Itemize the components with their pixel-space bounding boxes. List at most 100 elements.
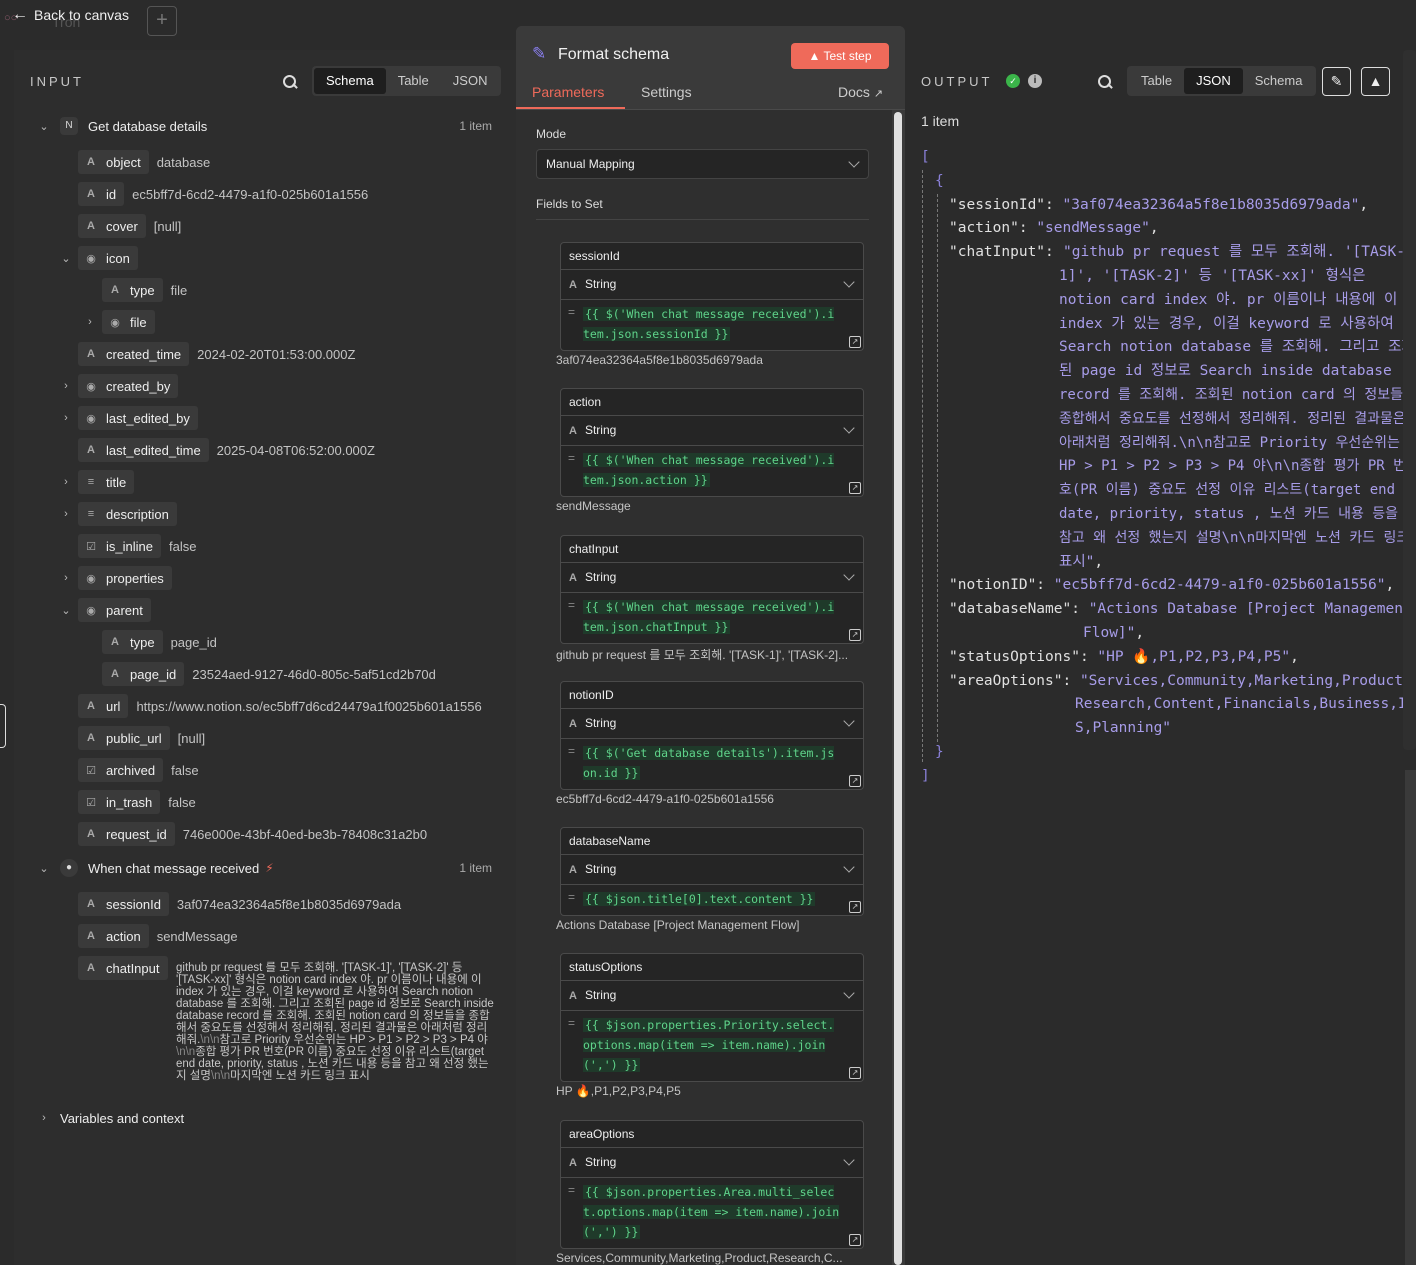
schema-key[interactable]: Arequest_id <box>78 822 175 846</box>
field-sessionid: sessionId A String ={{ $('When chat messa… <box>556 242 864 367</box>
json-row[interactable]: "notionID": "ec5bff7d-6cd2-4479-a1f0-025… <box>921 574 1401 598</box>
schema-key[interactable]: Acreated_time <box>78 342 190 366</box>
field-expression[interactable]: ={{ $('When chat message received').item… <box>560 300 864 351</box>
back-to-canvas-button[interactable]: ← Back to canvas <box>12 6 129 24</box>
schema-key[interactable]: ◉ properties <box>78 566 172 590</box>
field-type-select[interactable]: A String <box>560 270 864 300</box>
schema-key[interactable]: Apublic_url <box>78 726 170 750</box>
chevron-down-icon[interactable]: ⌄ <box>60 252 72 265</box>
left-panel-handle[interactable] <box>0 704 6 748</box>
schema-key[interactable]: Atype <box>102 630 163 654</box>
chevron-down-icon[interactable]: ⌄ <box>38 120 50 133</box>
mode-select[interactable]: Manual Mapping <box>536 149 869 179</box>
info-icon[interactable]: i <box>1028 74 1042 88</box>
chevron-down-icon[interactable]: ⌄ <box>38 862 50 875</box>
chevron-right-icon[interactable]: › <box>60 476 72 488</box>
expand-icon[interactable]: ↗ <box>849 482 861 494</box>
trigger-bolt-icon: ⚡ <box>265 861 274 875</box>
field-type-select[interactable]: A String <box>560 563 864 593</box>
expand-icon[interactable]: ↗ <box>849 336 861 348</box>
field-name-input[interactable]: chatInput <box>560 535 864 563</box>
tab-parameters[interactable]: Parameters <box>532 84 604 100</box>
chevron-right-icon[interactable]: › <box>60 412 72 424</box>
schema-key[interactable]: Aid <box>78 182 125 206</box>
field-name-input[interactable]: statusOptions <box>560 953 864 981</box>
chevron-right-icon[interactable]: › <box>84 316 96 328</box>
json-row[interactable]: "chatInput": "github pr request 를 모두 조회해… <box>921 241 1416 574</box>
chevron-down-icon[interactable]: ⌄ <box>60 604 72 617</box>
node-when-chat-message-received[interactable]: ⌄ ● When chat message received ⚡ 1 item <box>38 856 508 880</box>
schema-key[interactable]: AchatInput <box>78 956 168 980</box>
field-result: github pr request 를 모두 조회해. '[TASK-1]', … <box>556 648 849 662</box>
field-expression[interactable]: ={{ $json.properties.Priority.select.opt… <box>560 1011 864 1082</box>
node-title[interactable]: Format schema <box>558 46 669 64</box>
chevron-down-icon <box>843 569 855 581</box>
field-name-input[interactable]: sessionId <box>560 242 864 270</box>
field-expression[interactable]: ={{ $('Get database details').item.json.… <box>560 739 864 790</box>
json-row[interactable]: "databaseName": "Actions Database [Proje… <box>921 598 1412 646</box>
tab-docs[interactable]: Docs ↗ <box>838 84 883 100</box>
field-expression[interactable]: ={{ $('When chat message received').item… <box>560 446 864 497</box>
input-view-json[interactable]: JSON <box>441 68 500 94</box>
schema-key[interactable]: ☑ archived <box>78 758 164 782</box>
schema-key[interactable]: ◉ created_by <box>78 374 179 398</box>
field-name-input[interactable]: notionID <box>560 681 864 709</box>
json-row[interactable]: "statusOptions": "HP 🔥,P1,P2,P3,P4,P5", <box>921 646 1401 670</box>
schema-key[interactable]: ◉ icon <box>78 246 138 270</box>
schema-key[interactable]: Apage_id <box>102 662 185 686</box>
chevron-right-icon[interactable]: › <box>60 572 72 584</box>
search-icon[interactable] <box>282 74 298 90</box>
variables-and-context[interactable]: › Variables and context <box>38 1106 184 1130</box>
field-type-select[interactable]: A String <box>560 1148 864 1178</box>
search-icon[interactable] <box>1097 74 1113 90</box>
field-type-select[interactable]: A String <box>560 981 864 1011</box>
output-view-table[interactable]: Table <box>1129 68 1184 94</box>
field-name-input[interactable]: action <box>560 388 864 416</box>
scrollbar-thumb[interactable] <box>894 112 902 1265</box>
schema-key[interactable]: Aobject <box>78 150 149 174</box>
field-expression[interactable]: ={{ $('When chat message received').item… <box>560 593 864 644</box>
schema-key[interactable]: ☑ is_inline <box>78 534 161 558</box>
expand-icon[interactable]: ↗ <box>849 901 861 913</box>
schema-key[interactable]: ≡ title <box>78 470 135 494</box>
json-row[interactable]: "areaOptions": "Services,Community,Marke… <box>921 670 1415 741</box>
schema-key[interactable]: ◉ parent <box>78 598 151 622</box>
output-view-json[interactable]: JSON <box>1184 68 1243 94</box>
node-get-database-details[interactable]: ⌄ N Get database details 1 item <box>38 114 508 138</box>
schema-key[interactable]: ☑ in_trash <box>78 790 161 814</box>
expand-icon[interactable]: ↗ <box>849 629 861 641</box>
schema-key[interactable]: AsessionId <box>78 892 169 916</box>
field-type-select[interactable]: A String <box>560 709 864 739</box>
chevron-right-icon[interactable]: › <box>60 380 72 392</box>
input-view-schema[interactable]: Schema <box>314 68 386 94</box>
tab-settings[interactable]: Settings <box>641 84 692 100</box>
json-row[interactable]: "action": "sendMessage", <box>921 217 1401 241</box>
plus-icon[interactable]: + <box>147 6 177 36</box>
schema-key[interactable]: Alast_edited_time <box>78 438 209 462</box>
schema-key[interactable]: ≡ description <box>78 502 177 526</box>
edit-output-button[interactable]: ✎ <box>1322 67 1351 96</box>
field-type-select[interactable]: A String <box>560 416 864 446</box>
schema-key[interactable]: Acover <box>78 214 146 238</box>
input-view-table[interactable]: Table <box>386 68 441 94</box>
schema-key[interactable]: Aurl <box>78 694 129 718</box>
field-name-input[interactable]: areaOptions <box>560 1120 864 1148</box>
json-row[interactable]: "sessionId": "3af074ea32364a5f8e1b8035d6… <box>921 194 1401 218</box>
chevron-right-icon[interactable]: › <box>60 508 72 520</box>
pin-data-button[interactable]: ▲ <box>1361 67 1390 96</box>
schema-key[interactable]: ◉ file <box>102 310 155 334</box>
expand-icon[interactable]: ↗ <box>849 1067 861 1079</box>
field-expression[interactable]: ={{ $json.properties.Area.multi_select.o… <box>560 1178 864 1249</box>
field-expression[interactable]: ={{ $json.title[0].text.content }} ↗ <box>560 885 864 916</box>
schema-key[interactable]: Aaction <box>78 924 149 948</box>
notion-icon: N <box>60 117 78 135</box>
chevron-right-icon[interactable]: › <box>38 1112 50 1124</box>
field-type-select[interactable]: A String <box>560 855 864 885</box>
schema-key[interactable]: Atype <box>102 278 163 302</box>
field-name-input[interactable]: databaseName <box>560 827 864 855</box>
output-view-schema[interactable]: Schema <box>1243 68 1315 94</box>
expand-icon[interactable]: ↗ <box>849 1234 861 1246</box>
test-step-button[interactable]: ▲ Test step <box>791 43 889 69</box>
expand-icon[interactable]: ↗ <box>849 775 861 787</box>
schema-key[interactable]: ◉ last_edited_by <box>78 406 198 430</box>
